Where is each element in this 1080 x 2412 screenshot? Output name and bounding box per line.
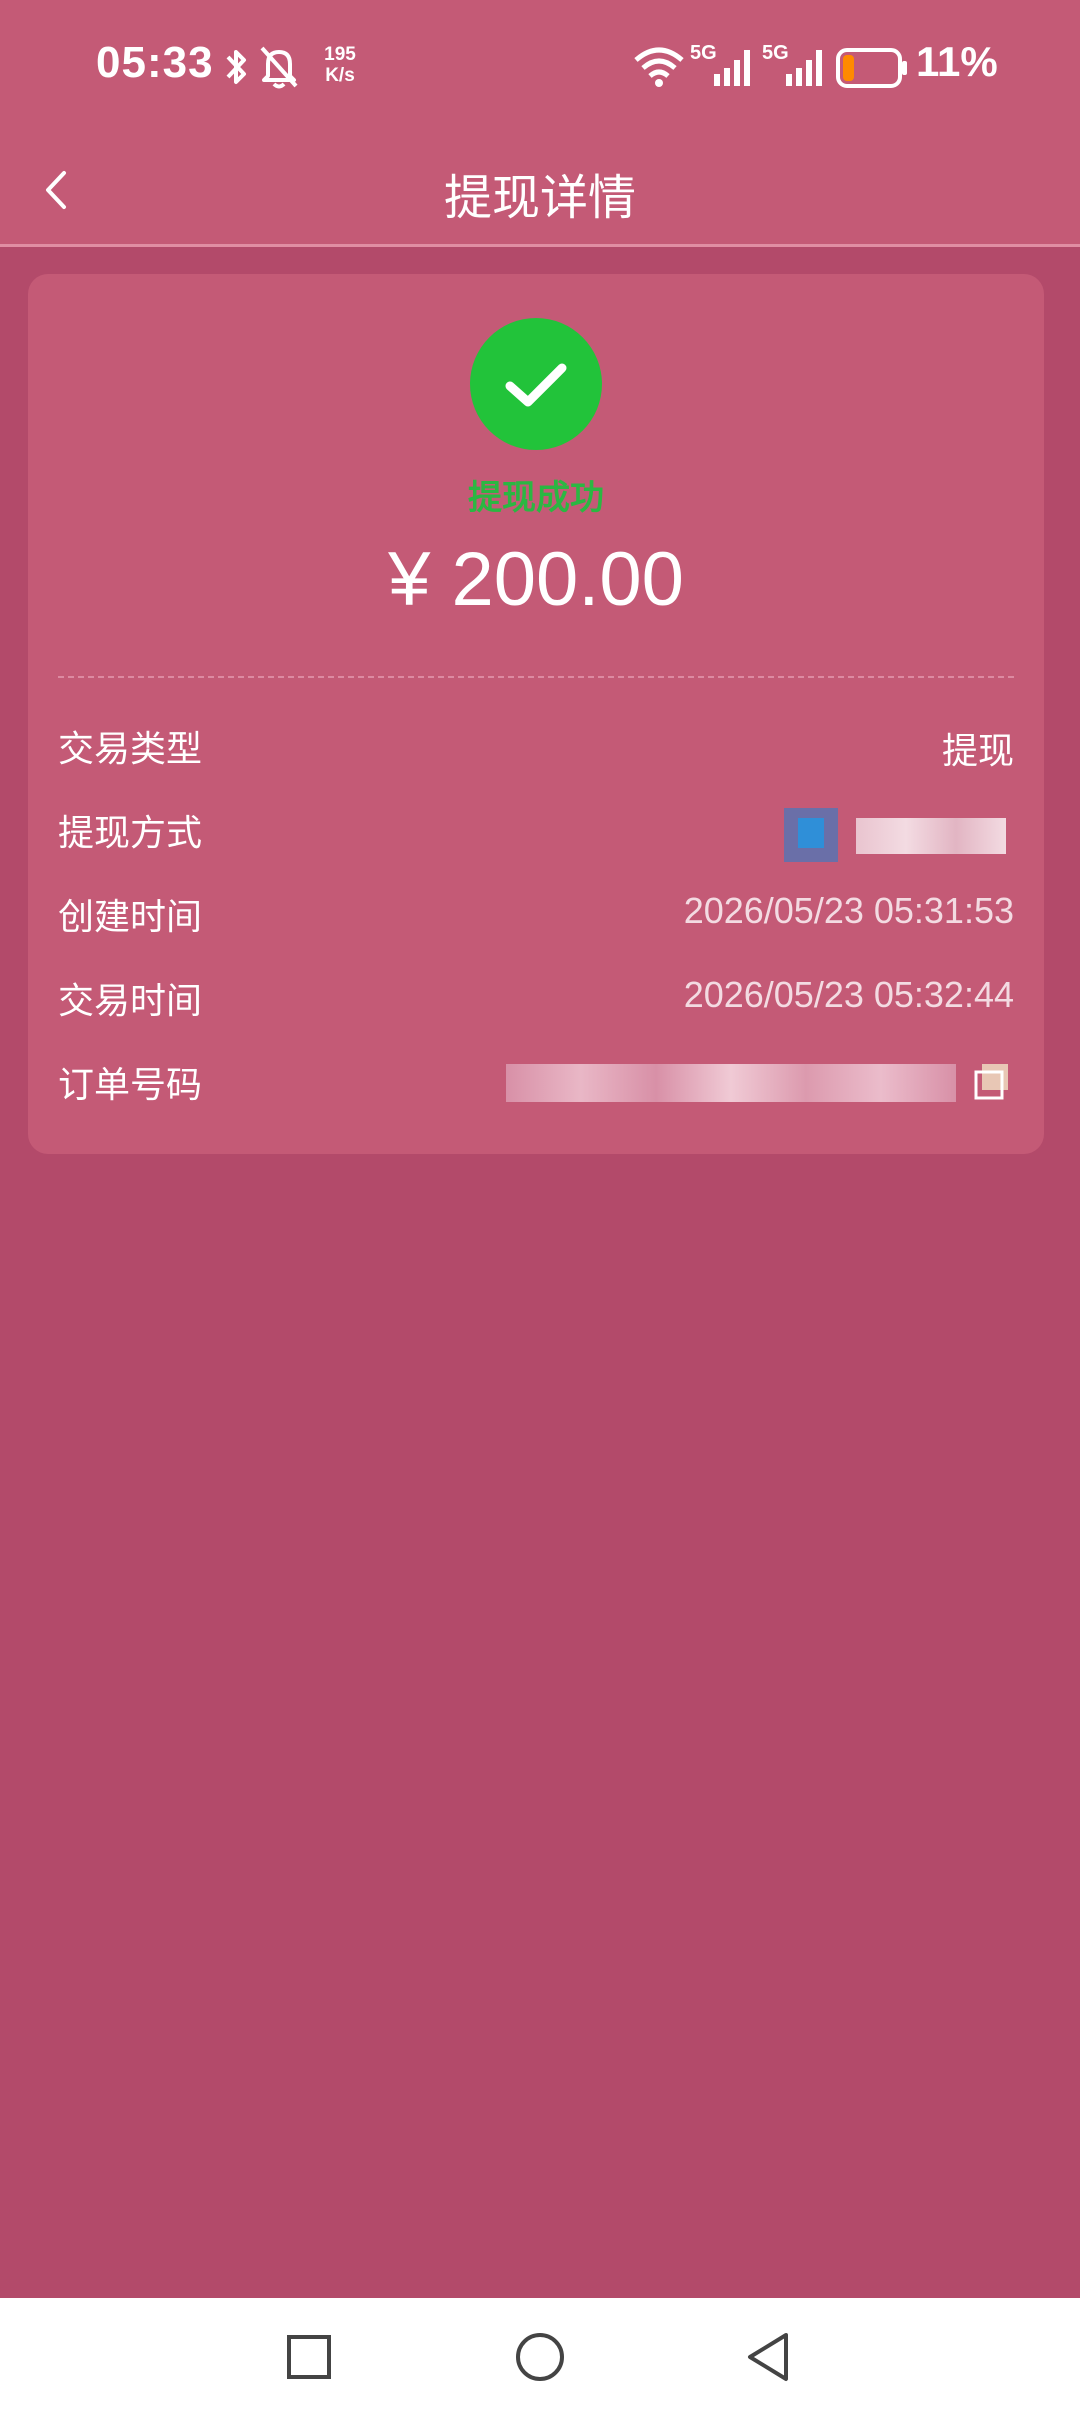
net-speed: 195 K/s [316, 44, 364, 86]
battery-icon [836, 48, 907, 88]
recents-button[interactable] [274, 2322, 344, 2392]
wifi-icon [634, 47, 684, 87]
detail-row-withdrawal-method: 提现方式 [58, 798, 1014, 862]
net-speed-unit: K/s [325, 65, 355, 86]
app-header: 提现详情 [0, 136, 1080, 247]
bluetooth-icon [226, 50, 246, 84]
withdrawal-amount: ¥ 200.00 [388, 537, 684, 622]
status-text: 提现成功 [468, 478, 604, 518]
copy-icon[interactable] [974, 1062, 1012, 1100]
dashed-divider [58, 676, 1014, 678]
detail-label: 交易时间 [58, 981, 203, 1022]
home-button[interactable] [505, 2322, 575, 2392]
order-number-value-redacted [506, 1064, 956, 1102]
detail-row-transaction-time: 交易时间 2026/05/23 05:32:44 [58, 966, 1014, 1026]
cellular-signal-icon [786, 50, 822, 86]
cellular-signal-icon [714, 50, 750, 86]
detail-row-transaction-type: 交易类型 提现 [58, 714, 1014, 774]
withdrawal-detail-card: 提现成功 ¥ 200.00 交易类型 提现 提现方式 创建时间 2026/05/… [28, 274, 1044, 1154]
net-speed-value: 195 [324, 44, 356, 65]
system-nav-bar [0, 2298, 1080, 2412]
status-time: 05:33 [96, 38, 214, 87]
detail-value: 提现 [941, 730, 1014, 771]
check-circle-icon [470, 318, 602, 450]
cellular-group-1: 5G [690, 42, 756, 88]
battery-percent: 11% [916, 38, 998, 85]
detail-label: 交易类型 [58, 729, 203, 770]
payment-method-icon [784, 808, 838, 862]
detail-value: 2026/05/23 05:32:44 [683, 974, 1014, 1015]
cellular-group-2: 5G [762, 42, 828, 88]
home-circle-icon [516, 2333, 564, 2381]
back-triangle-icon [748, 2333, 788, 2381]
detail-label: 创建时间 [58, 897, 203, 938]
redacted-account-text [856, 818, 1006, 854]
detail-row-created-time: 创建时间 2026/05/23 05:31:53 [58, 882, 1014, 942]
mute-bell-icon [260, 46, 298, 89]
withdrawal-method-value-redacted [784, 804, 1014, 862]
detail-value: 2026/05/23 05:31:53 [683, 890, 1014, 931]
detail-label: 提现方式 [58, 813, 203, 854]
recents-square-icon [287, 2335, 331, 2379]
status-bar: 05:33 195 K/s 5G 5G 11% [0, 0, 1080, 136]
page-title: 提现详情 [443, 170, 636, 226]
checkmark-icon [505, 363, 567, 407]
detail-row-order-number: 订单号码 [58, 1050, 1014, 1110]
detail-label: 订单号码 [58, 1065, 203, 1106]
back-nav-button[interactable] [733, 2322, 803, 2392]
